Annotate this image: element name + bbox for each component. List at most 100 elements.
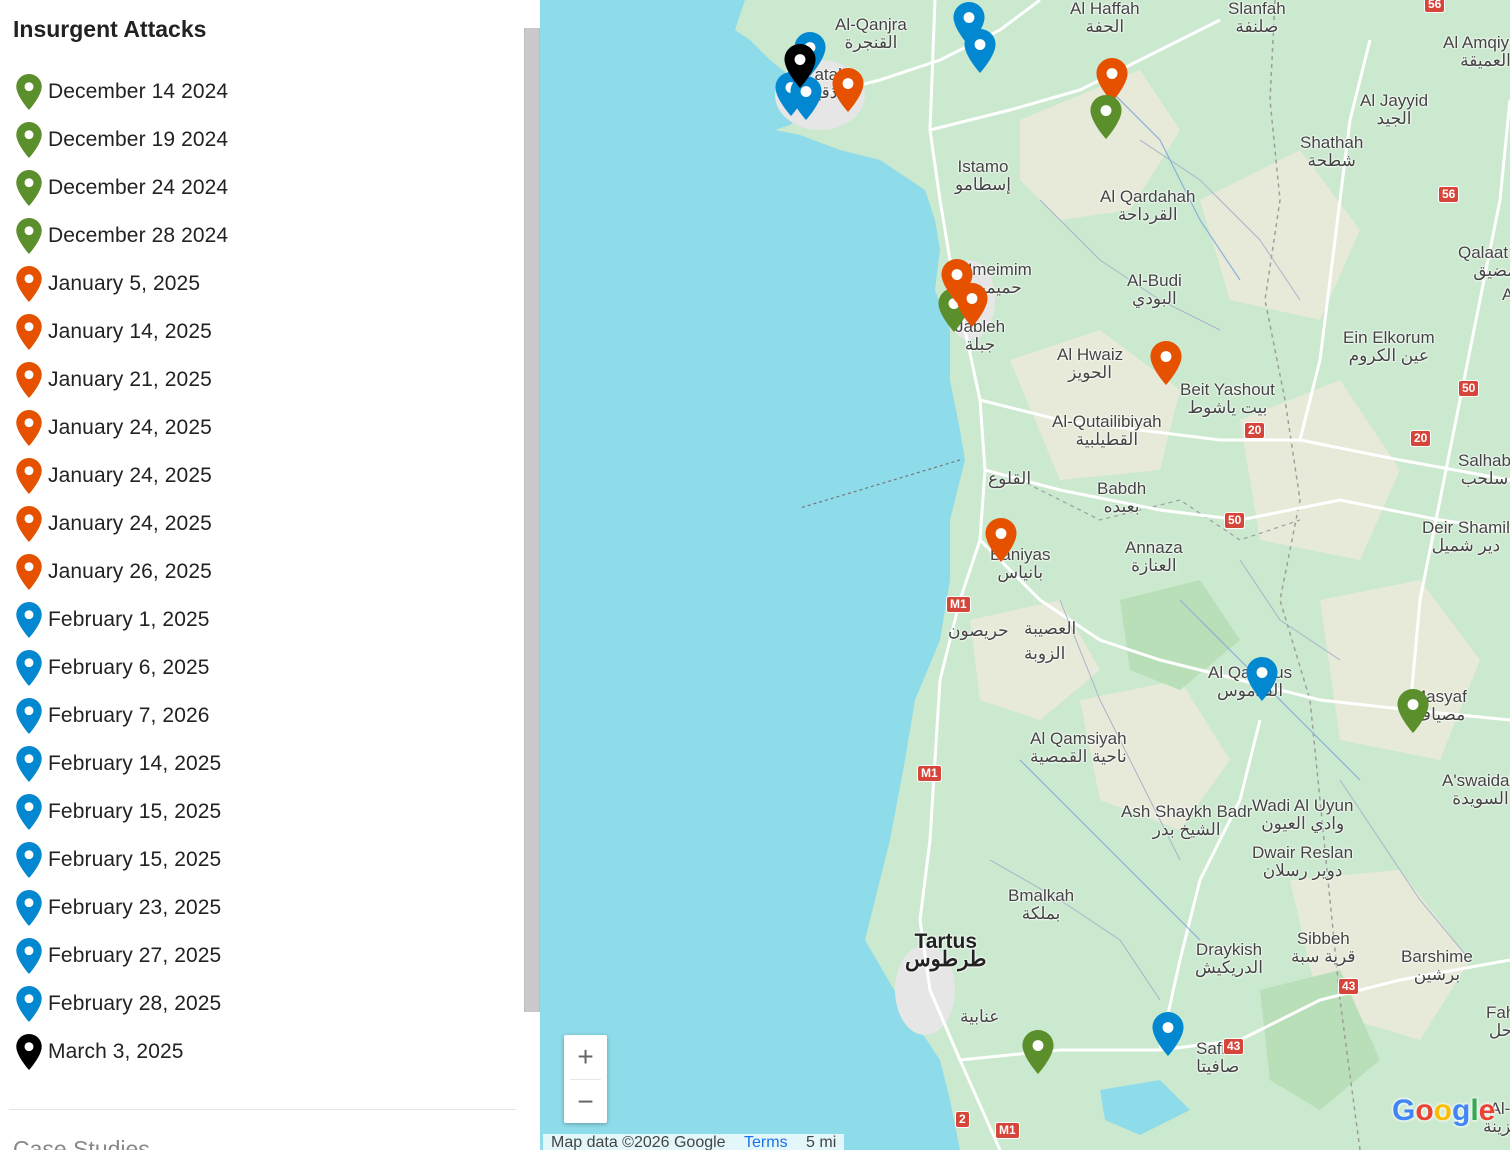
place-name-en: Al Hwaiz [1057,345,1124,364]
road-shield: 56 [1424,0,1446,13]
legend-item[interactable]: January 24, 2025 [16,452,228,500]
attack-marker[interactable] [1150,341,1182,385]
legend-item[interactable]: March 3, 2025 [16,1028,228,1076]
attack-marker[interactable] [1152,1012,1184,1056]
map-pin-icon [1152,1012,1184,1056]
place-label: Wadi Al Uyun وادي العيون [1252,797,1353,833]
legend-item[interactable]: December 19 2024 [16,116,228,164]
legend-item[interactable]: January 21, 2025 [16,356,228,404]
legend-item-label: January 14, 2025 [48,320,212,343]
legend-item[interactable]: February 27, 2025 [16,932,228,980]
map-pin-icon [1150,341,1182,385]
attack-marker[interactable] [956,283,988,327]
attack-marker[interactable] [1397,689,1429,733]
place-name-ar: بملكة [1021,904,1061,923]
place-label: Salhab سلحب [1458,452,1510,488]
map-pin-icon [784,44,816,88]
legend-item[interactable]: February 28, 2025 [16,980,228,1028]
place-label: Beit Yashout بيت ياشوط [1180,381,1275,417]
place-label: Bmalkah بملكة [1008,887,1074,923]
zoom-in-button[interactable]: + [564,1035,607,1079]
zoom-control: + − [564,1035,607,1123]
place-name-ar: الدريكيش [1195,958,1263,977]
map-pin-icon [16,986,42,1022]
legend-item-label: February 14, 2025 [48,752,222,775]
map-pin-icon [16,362,42,398]
place-label: Slanfah صلنفة [1228,0,1286,36]
zoom-out-button[interactable]: − [564,1080,607,1124]
road-shield: 50 [1458,380,1480,397]
legend-item[interactable]: December 24 2024 [16,164,228,212]
place-name-ar: القلوع [988,469,1032,488]
legend-item[interactable]: February 23, 2025 [16,884,228,932]
map-pin-icon [16,314,42,350]
attack-marker[interactable] [964,29,996,73]
google-logo: Google [1392,1094,1496,1127]
legend-item[interactable]: February 7, 2026 [16,692,228,740]
legend-item[interactable]: February 15, 2025 [16,788,228,836]
place-name-ar: برشين [1413,965,1461,984]
attack-marker[interactable] [832,68,864,112]
map-pin-icon [16,794,42,830]
place-label: Al-Qutailibiyah القطيلبية [1052,413,1162,449]
place-name-ar: بانياس [997,563,1044,582]
attack-marker[interactable] [985,518,1017,562]
legend-item-label: February 6, 2025 [48,656,210,679]
place-name-ar: بعبده [1103,497,1140,516]
place-name-en: Draykish [1195,940,1263,959]
place-name-en: As Suqaylabiyah [1502,285,1510,304]
map-pin-icon [16,266,42,302]
terms-link[interactable]: Terms [744,1134,788,1150]
legend-item[interactable]: January 14, 2025 [16,308,228,356]
legend-item-label: February 15, 2025 [48,800,222,823]
attack-marker[interactable] [784,44,816,88]
legend-item-label: January 24, 2025 [48,416,212,439]
legend-item[interactable]: February 6, 2025 [16,644,228,692]
app-root: Insurgent Attacks December 14 2024 Decemb… [0,0,1510,1150]
attack-marker[interactable] [1246,657,1278,701]
legend-item[interactable]: February 15, 2025 [16,836,228,884]
map-canvas[interactable]: Al-Qanjra القنجرة Al Haffah الحفة Slanfah صلن… [540,0,1510,1150]
legend-item[interactable]: January 26, 2025 [16,548,228,596]
place-name-ar: السقيلبية [1502,304,1510,322]
legend-item[interactable]: January 24, 2025 [16,404,228,452]
attack-marker[interactable] [1090,95,1122,139]
legend-item[interactable]: February 14, 2025 [16,740,228,788]
place-label: Babdh بعبده [1097,480,1146,516]
legend-item-label: January 21, 2025 [48,368,212,391]
map-pin-icon [16,554,42,590]
map-pin-icon [16,506,42,542]
legend-item[interactable]: December 14 2024 [16,68,228,116]
legend-item-label: December 14 2024 [48,80,229,103]
attack-marker[interactable] [1022,1030,1054,1074]
legend-item[interactable]: February 1, 2025 [16,596,228,644]
place-name-ar: طرطوس [905,948,987,971]
sidebar-scrollbar[interactable] [524,28,540,1012]
section-divider [9,1109,516,1110]
place-name-en: Shathah [1300,133,1364,152]
place-name-en: Dwair Reslan [1252,843,1354,862]
road-shield: 50 [1224,512,1246,529]
map-pin-icon [1246,657,1278,701]
terrain-area [1320,580,1480,760]
map-pin-icon [16,410,42,446]
legend-item-label: January 5, 2025 [48,272,201,295]
place-label: Al Hwaiz الحويز [1057,346,1123,382]
place-name-ar: شطحة [1307,151,1356,170]
legend-item-label: January 24, 2025 [48,512,212,535]
legend-item[interactable]: January 5, 2025 [16,260,228,308]
place-name-en: Al Amqiyah [1443,33,1510,52]
section-title-case-studies: Case Studies [13,1136,150,1150]
place-name-en: Qalaat Al Madiq [1458,243,1510,262]
legend-item[interactable]: January 24, 2025 [16,500,228,548]
legend-item-label: March 3, 2025 [48,1040,184,1063]
legend-item[interactable]: December 28 2024 [16,212,228,260]
place-name-en: Fahel [1486,1003,1510,1022]
map-pin-icon [16,794,42,830]
map-pin-icon [1090,95,1122,139]
legend-item-label: February 7, 2026 [48,704,210,727]
map-pin-icon [16,698,42,734]
place-name-en: Istamo [957,157,1009,176]
map-pin-icon [832,68,864,112]
place-name-en: Barshime [1401,947,1473,966]
